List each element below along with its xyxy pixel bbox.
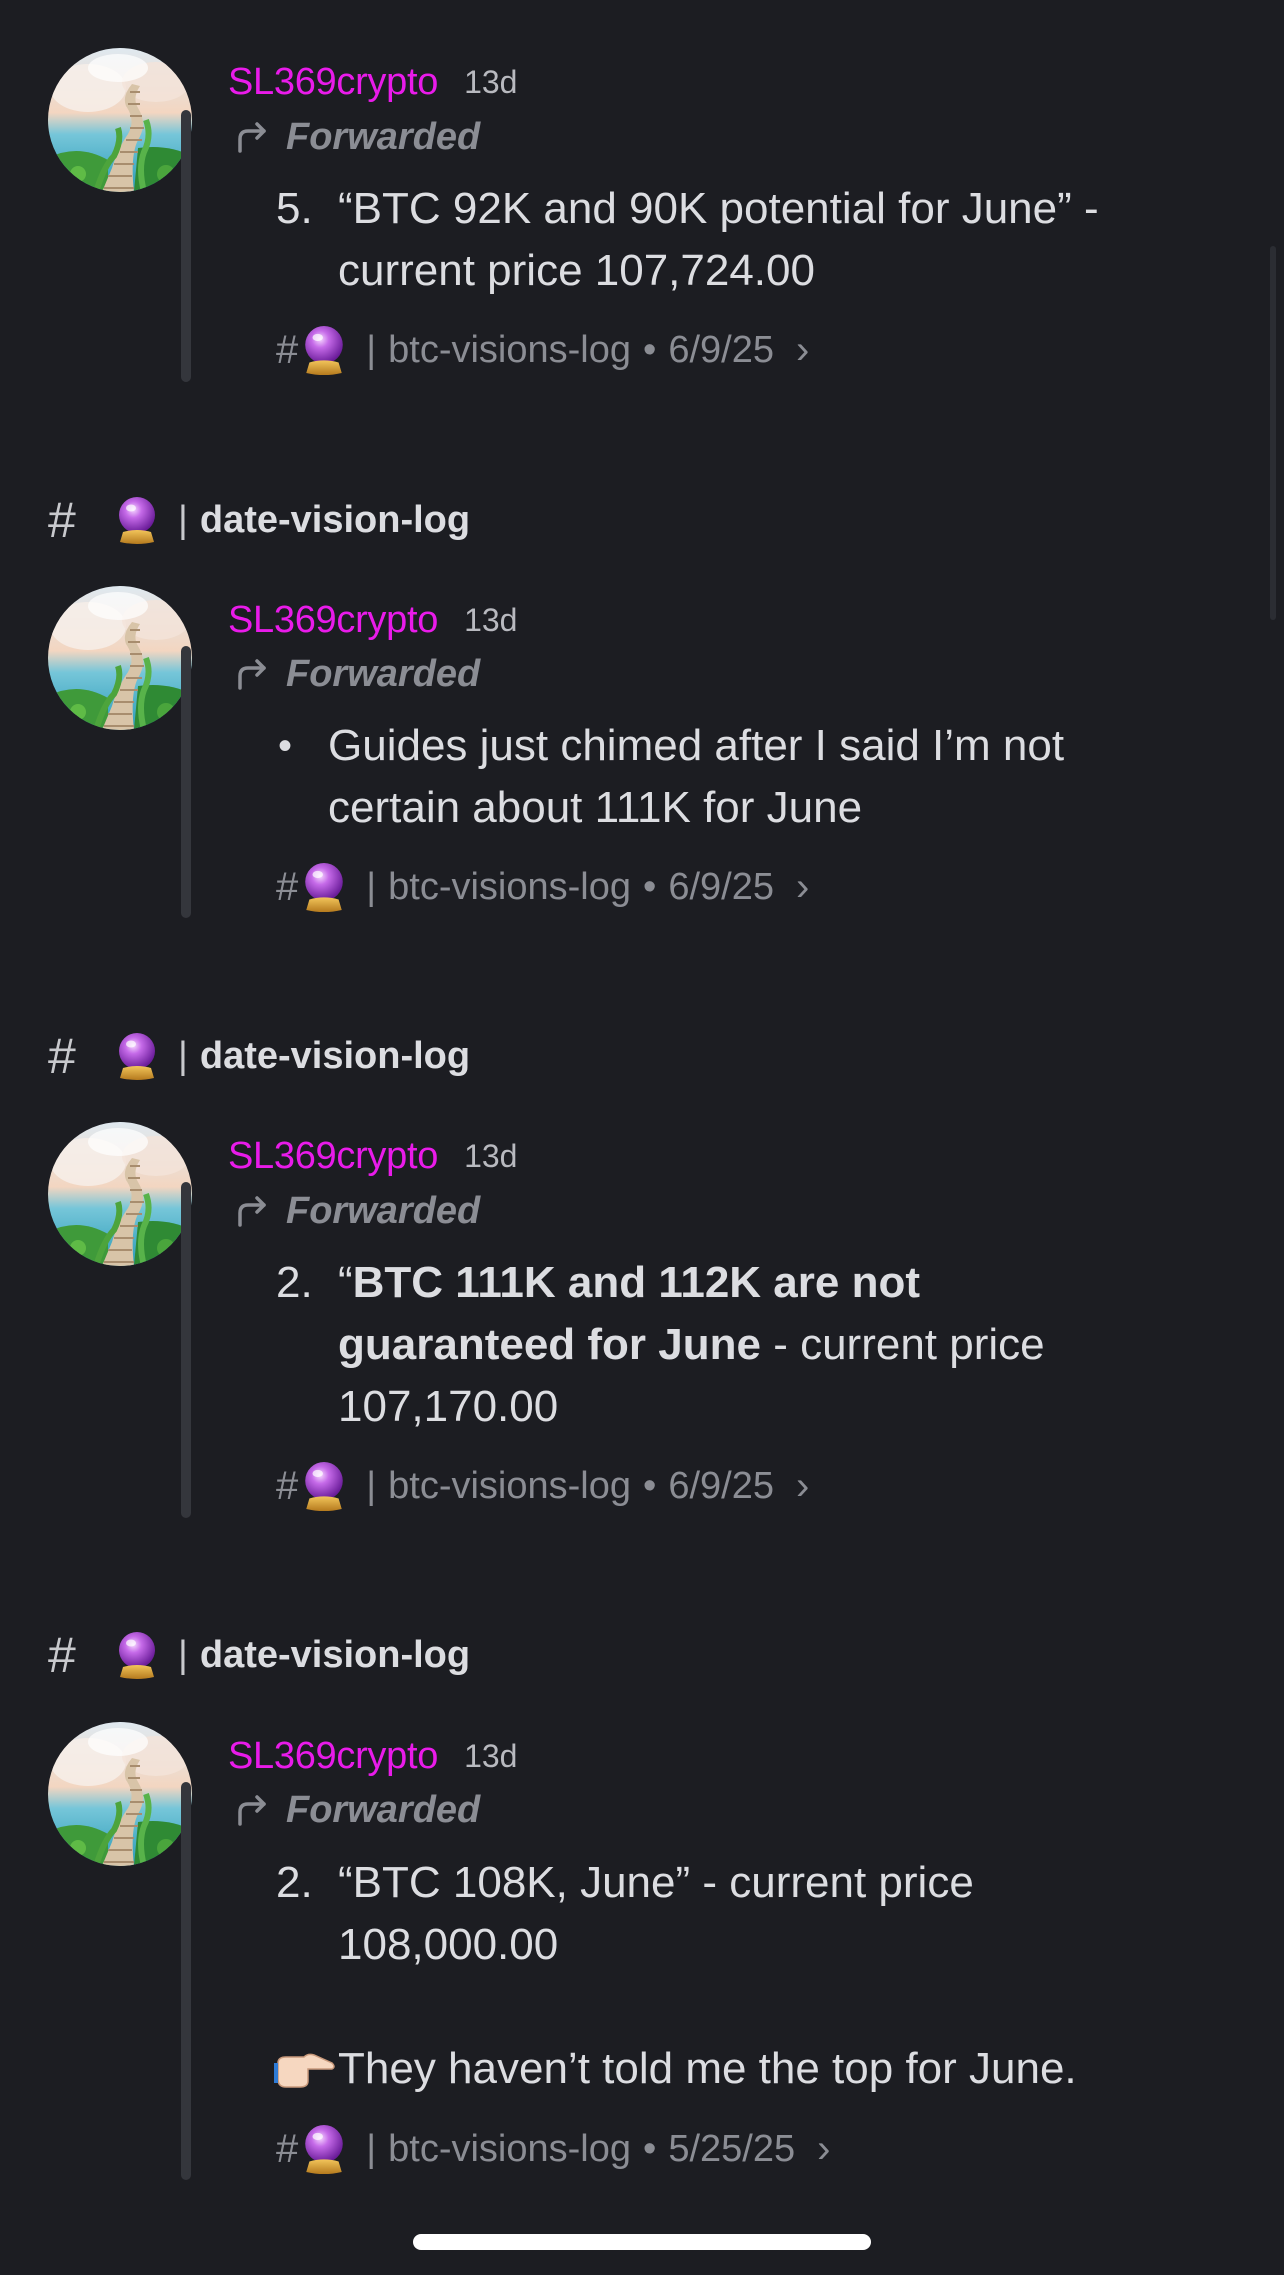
username[interactable]: SL369crypto <box>228 1135 438 1178</box>
message-text: “BTC 111K and 112K are not guaranteed fo… <box>338 1258 1045 1431</box>
list-number: 2. <box>276 1858 313 1907</box>
message-text: Guides just chimed after I said I’m not … <box>328 721 1065 832</box>
chevron-right-icon: › <box>795 327 810 372</box>
avatar[interactable] <box>48 48 192 192</box>
message-text: “BTC 92K and 90K potential for June” - c… <box>338 184 1099 295</box>
crystal-ball-icon <box>300 2121 348 2177</box>
message-header: SL369crypto 13d <box>228 1126 517 1186</box>
channel-hash-icon: # <box>276 864 299 909</box>
crystal-ball-icon <box>114 494 160 546</box>
channel-name: date-vision-log <box>199 1034 471 1077</box>
forwarded-content: 2. “BTC 111K and 112K are not guaranteed… <box>276 1252 1138 1438</box>
channel-header[interactable]: # | date-vision-log <box>48 1623 470 1687</box>
crystal-ball-icon <box>114 1030 160 1082</box>
chevron-right-icon: › <box>817 2126 831 2171</box>
bullet: • <box>278 724 293 768</box>
channel-hash-icon: # <box>276 1463 299 1508</box>
forward-arrow-icon <box>232 117 272 157</box>
message-text: “BTC 108K, June” - current price 108,000… <box>338 1858 974 1969</box>
forward-bar <box>181 1182 191 1518</box>
forward-source-link[interactable]: # | btc-visions-log • 6/9/25 › <box>276 320 809 380</box>
channel-name: date-vision-log <box>199 498 471 541</box>
source-date: 6/9/25 <box>668 865 774 908</box>
forwarded-content: 5. “BTC 92K and 90K potential for June” … <box>276 178 1158 302</box>
chevron-right-icon: › <box>795 1463 810 1508</box>
forward-source-link[interactable]: # | btc-visions-log • 5/25/25 › <box>276 2119 830 2179</box>
source-channel: btc-visions-log <box>388 2127 631 2170</box>
forwarded-label: Forwarded <box>232 109 480 165</box>
source-date: 5/25/25 <box>668 2127 796 2170</box>
source-channel: btc-visions-log <box>388 865 631 908</box>
cut-off-channel-header: # <box>48 0 69 9</box>
home-indicator[interactable] <box>413 2234 871 2250</box>
channel-name: date-vision-log <box>199 1633 471 1676</box>
forwarded-label: Forwarded <box>232 646 480 702</box>
pointing-right-hand-icon <box>274 2049 336 2089</box>
forward-arrow-icon <box>232 1191 272 1231</box>
message-header: SL369crypto 13d <box>228 590 517 650</box>
forward-bar <box>181 110 191 382</box>
timestamp: 13d <box>464 1137 518 1174</box>
forwarded-label: Forwarded <box>232 1782 480 1838</box>
crystal-ball-icon <box>300 322 348 378</box>
avatar[interactable] <box>48 1122 192 1266</box>
list-number: 5. <box>276 184 313 233</box>
username[interactable]: SL369crypto <box>228 61 438 104</box>
chevron-right-icon: › <box>795 864 810 909</box>
channel-hash-icon: # <box>48 492 76 548</box>
timestamp: 13d <box>464 63 518 100</box>
channel-hash-icon: # <box>276 2126 299 2171</box>
timestamp: 13d <box>464 601 518 638</box>
timestamp: 13d <box>464 1737 518 1774</box>
channel-hash-icon: # <box>48 1028 76 1084</box>
source-date: 6/9/25 <box>668 1464 774 1507</box>
forward-arrow-icon <box>232 1790 272 1830</box>
channel-hash-icon: # <box>276 327 299 372</box>
message-header: SL369crypto 13d <box>228 1726 517 1786</box>
forward-source-link[interactable]: # | btc-visions-log • 6/9/25 › <box>276 857 809 917</box>
crystal-ball-icon <box>300 1458 348 1514</box>
channel-header[interactable]: # | date-vision-log <box>48 1024 470 1088</box>
forwarded-content: 2. “BTC 108K, June” - current price 108,… <box>278 1852 1158 2100</box>
channel-hash-icon: # <box>48 1627 76 1683</box>
forward-arrow-icon <box>232 654 272 694</box>
message-header: SL369crypto 13d <box>228 52 517 112</box>
source-channel: btc-visions-log <box>388 1464 631 1507</box>
note-text: They haven’t told me the top for June. <box>338 2044 1077 2093</box>
crystal-ball-icon <box>114 1629 160 1681</box>
forwarded-content: • Guides just chimed after I said I’m no… <box>278 715 1158 839</box>
list-number: 2. <box>276 1258 313 1307</box>
forward-bar <box>181 646 191 918</box>
forward-bar <box>181 1782 191 2180</box>
crystal-ball-icon <box>300 859 348 915</box>
avatar[interactable] <box>48 586 192 730</box>
source-date: 6/9/25 <box>668 328 774 371</box>
forward-source-link[interactable]: # | btc-visions-log • 6/9/25 › <box>276 1456 809 1516</box>
source-channel: btc-visions-log <box>388 328 631 371</box>
channel-header[interactable]: # | date-vision-log <box>48 488 470 552</box>
scrollbar[interactable] <box>1270 246 1276 620</box>
avatar[interactable] <box>48 1722 192 1866</box>
forwarded-label: Forwarded <box>232 1183 480 1239</box>
username[interactable]: SL369crypto <box>228 599 438 642</box>
username[interactable]: SL369crypto <box>228 1735 438 1778</box>
